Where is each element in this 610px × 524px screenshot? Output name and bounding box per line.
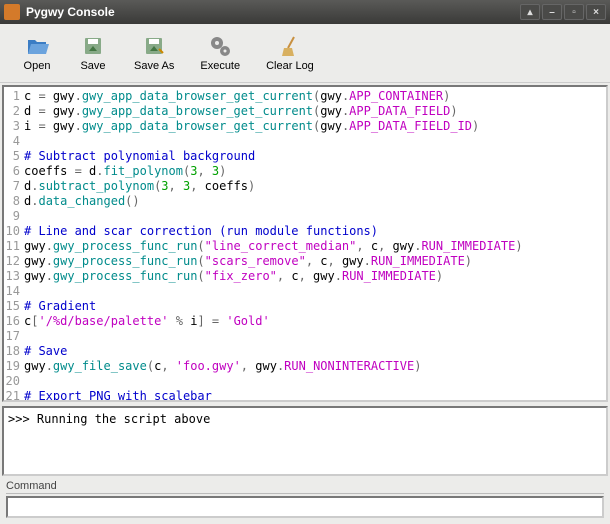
code-content: # Subtract polynomial background (24, 149, 606, 164)
code-editor[interactable]: 1c = gwy.gwy_app_data_browser_get_curren… (2, 85, 608, 402)
execute-button[interactable]: Execute (190, 30, 250, 76)
code-content: gwy.gwy_process_func_run("fix_zero", c, … (24, 269, 606, 284)
code-content: d = gwy.gwy_app_data_browser_get_current… (24, 104, 606, 119)
line-number: 15 (4, 299, 24, 314)
open-label: Open (24, 60, 51, 72)
line-number: 9 (4, 209, 24, 224)
code-line: 17 (4, 329, 606, 344)
code-line: 12gwy.gwy_process_func_run("scars_remove… (4, 254, 606, 269)
line-number: 21 (4, 389, 24, 402)
code-content: # Line and scar correction (run module f… (24, 224, 606, 239)
line-number: 2 (4, 104, 24, 119)
line-number: 8 (4, 194, 24, 209)
code-content: # Export PNG with scalebar (24, 389, 606, 402)
code-content (24, 209, 606, 224)
line-number: 19 (4, 359, 24, 374)
code-line: 16c['/%d/base/palette' % i] = 'Gold' (4, 314, 606, 329)
command-input[interactable] (6, 496, 604, 518)
line-number: 20 (4, 374, 24, 389)
line-number: 17 (4, 329, 24, 344)
line-number: 12 (4, 254, 24, 269)
command-section: Command (0, 478, 610, 524)
code-content: gwy.gwy_process_func_run("line_correct_m… (24, 239, 606, 254)
line-number: 3 (4, 119, 24, 134)
code-content: gwy.gwy_process_func_run("scars_remove",… (24, 254, 606, 269)
maximize-button[interactable]: ▫ (564, 4, 584, 20)
save-icon (81, 34, 105, 58)
code-line: 5# Subtract polynomial background (4, 149, 606, 164)
line-number: 16 (4, 314, 24, 329)
code-content (24, 374, 606, 389)
code-content: coeffs = d.fit_polynom(3, 3) (24, 164, 606, 179)
toolbar: Open Save Save As Execute Clear Log (0, 24, 610, 83)
gears-icon (208, 34, 232, 58)
line-number: 5 (4, 149, 24, 164)
line-number: 14 (4, 284, 24, 299)
code-line: 3i = gwy.gwy_app_data_browser_get_curren… (4, 119, 606, 134)
line-number: 1 (4, 89, 24, 104)
close-button[interactable]: × (586, 4, 606, 20)
code-content: c = gwy.gwy_app_data_browser_get_current… (24, 89, 606, 104)
code-line: 14 (4, 284, 606, 299)
window-title: Pygwy Console (26, 5, 518, 19)
code-line: 19gwy.gwy_file_save(c, 'foo.gwy', gwy.RU… (4, 359, 606, 374)
code-line: 13gwy.gwy_process_func_run("fix_zero", c… (4, 269, 606, 284)
code-line: 1c = gwy.gwy_app_data_browser_get_curren… (4, 89, 606, 104)
output-log[interactable]: >>> Running the script above (2, 406, 608, 476)
open-icon (25, 34, 49, 58)
saveas-button[interactable]: Save As (124, 30, 184, 76)
code-line: 20 (4, 374, 606, 389)
code-content: gwy.gwy_file_save(c, 'foo.gwy', gwy.RUN_… (24, 359, 606, 374)
save-label: Save (80, 60, 105, 72)
open-button[interactable]: Open (12, 30, 62, 76)
clearlog-button[interactable]: Clear Log (256, 30, 324, 76)
line-number: 6 (4, 164, 24, 179)
code-content: # Gradient (24, 299, 606, 314)
saveas-label: Save As (134, 60, 174, 72)
code-line: 4 (4, 134, 606, 149)
code-line: 9 (4, 209, 606, 224)
line-number: 11 (4, 239, 24, 254)
code-content: d.subtract_polynom(3, 3, coeffs) (24, 179, 606, 194)
code-line: 15# Gradient (4, 299, 606, 314)
code-content (24, 329, 606, 344)
app-icon (4, 4, 20, 20)
code-content: # Save (24, 344, 606, 359)
rollup-button[interactable]: ▴ (520, 4, 540, 20)
code-line: 11gwy.gwy_process_func_run("line_correct… (4, 239, 606, 254)
line-number: 10 (4, 224, 24, 239)
line-number: 7 (4, 179, 24, 194)
window-titlebar: Pygwy Console ▴ – ▫ × (0, 0, 610, 24)
code-line: 8d.data_changed() (4, 194, 606, 209)
line-number: 13 (4, 269, 24, 284)
code-content (24, 284, 606, 299)
saveas-icon (142, 34, 166, 58)
code-line: 21# Export PNG with scalebar (4, 389, 606, 402)
code-content: c['/%d/base/palette' % i] = 'Gold' (24, 314, 606, 329)
code-content: d.data_changed() (24, 194, 606, 209)
code-line: 10# Line and scar correction (run module… (4, 224, 606, 239)
code-content (24, 134, 606, 149)
output-text: >>> Running the script above (8, 412, 210, 426)
clearlog-label: Clear Log (266, 60, 314, 72)
code-line: 7d.subtract_polynom(3, 3, coeffs) (4, 179, 606, 194)
line-number: 18 (4, 344, 24, 359)
code-content: i = gwy.gwy_app_data_browser_get_current… (24, 119, 606, 134)
broom-icon (278, 34, 302, 58)
code-line: 2d = gwy.gwy_app_data_browser_get_curren… (4, 104, 606, 119)
command-label: Command (6, 480, 604, 494)
line-number: 4 (4, 134, 24, 149)
code-line: 6coeffs = d.fit_polynom(3, 3) (4, 164, 606, 179)
execute-label: Execute (200, 60, 240, 72)
minimize-button[interactable]: – (542, 4, 562, 20)
save-button[interactable]: Save (68, 30, 118, 76)
code-line: 18# Save (4, 344, 606, 359)
